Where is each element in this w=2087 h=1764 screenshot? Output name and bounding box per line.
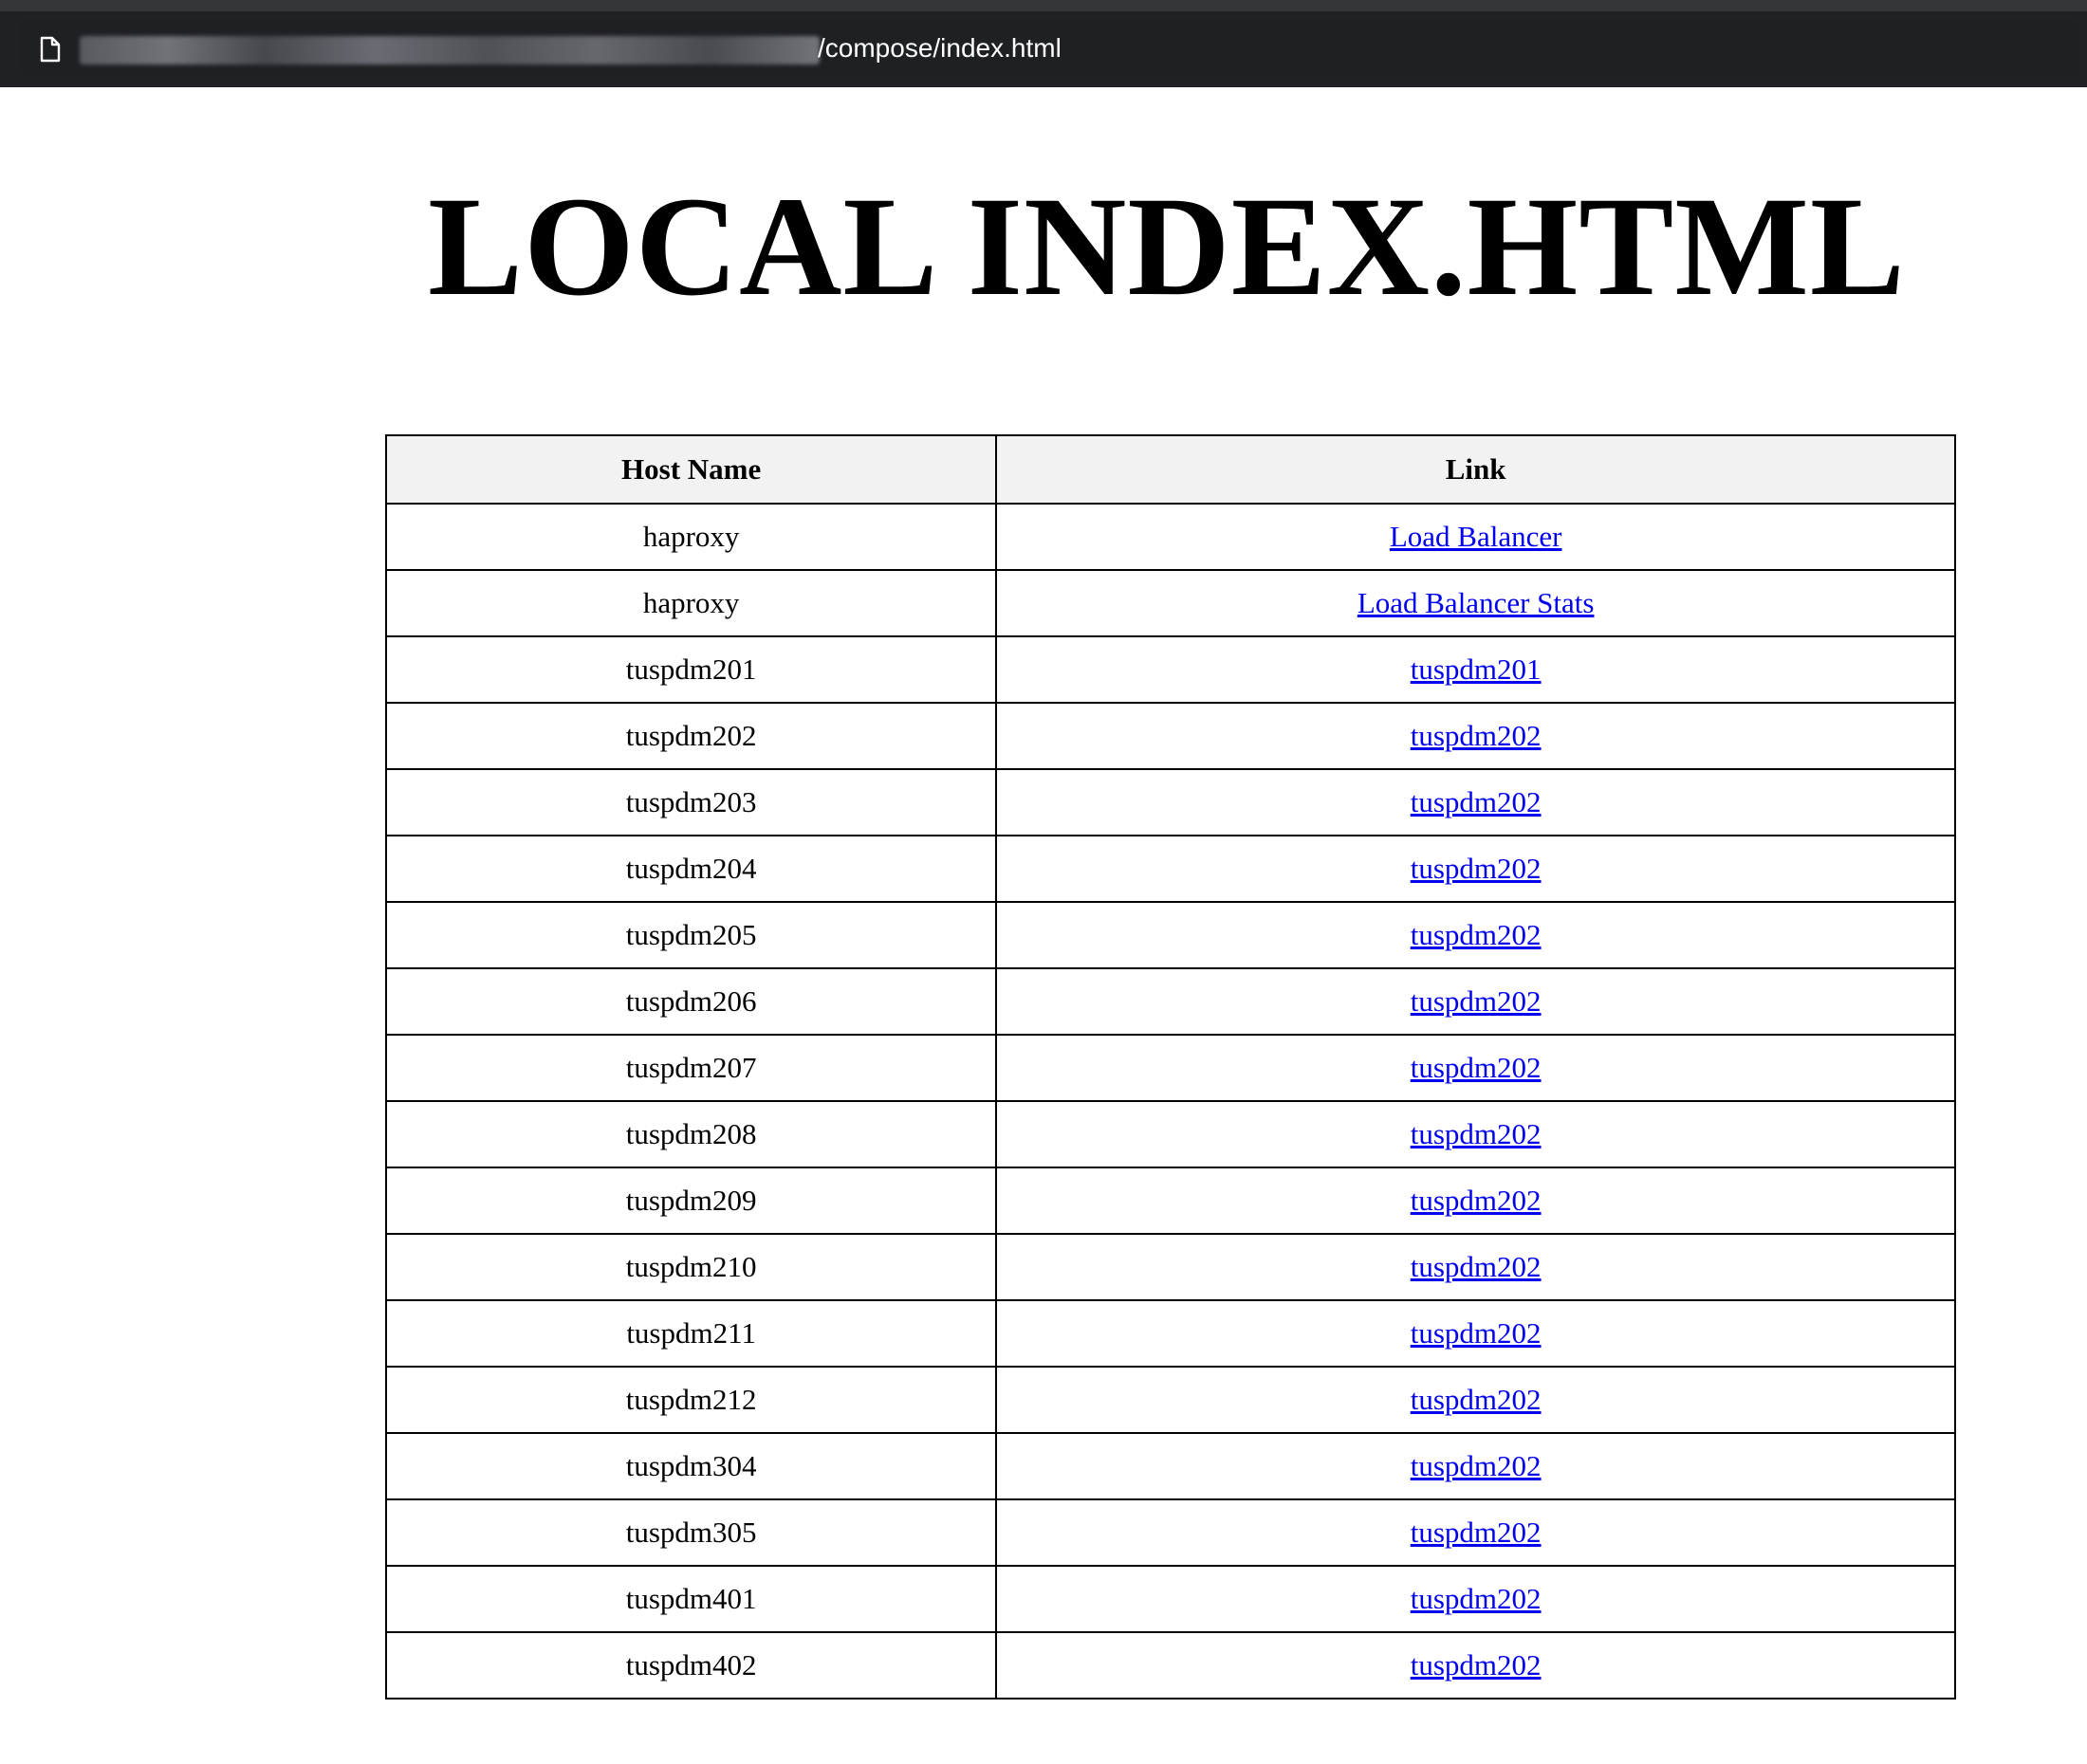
page-title: LOCAL INDEX.HTML: [428, 168, 1906, 325]
host-link[interactable]: tuspdm202: [1411, 1383, 1542, 1416]
host-link[interactable]: tuspdm201: [1411, 652, 1542, 686]
host-link[interactable]: tuspdm202: [1411, 719, 1542, 752]
url-path-text[interactable]: /compose/index.html: [818, 31, 1062, 65]
table-row: tuspdm203 tuspdm202: [384, 768, 1956, 836]
host-name-cell: tuspdm212: [384, 1366, 998, 1434]
host-link[interactable]: tuspdm202: [1411, 984, 1542, 1018]
table-row: haproxy Load Balancer: [384, 503, 1956, 571]
host-link[interactable]: Load Balancer Stats: [1357, 586, 1595, 619]
link-cell: tuspdm202: [995, 1631, 1956, 1700]
link-cell: tuspdm202: [995, 1498, 1956, 1567]
host-link[interactable]: tuspdm202: [1411, 1117, 1542, 1150]
table-row: tuspdm210 tuspdm202: [384, 1233, 1956, 1301]
host-link[interactable]: tuspdm202: [1411, 1648, 1542, 1681]
table-row: tuspdm208 tuspdm202: [384, 1100, 1956, 1168]
host-name-cell: tuspdm208: [384, 1100, 998, 1168]
host-link[interactable]: Load Balancer: [1390, 520, 1562, 553]
host-link[interactable]: tuspdm202: [1411, 918, 1542, 951]
column-header-link: Link: [995, 434, 1956, 505]
table-row: tuspdm206 tuspdm202: [384, 967, 1956, 1036]
table-row: tuspdm202 tuspdm202: [384, 702, 1956, 770]
host-link[interactable]: tuspdm202: [1411, 1051, 1542, 1084]
host-name-cell: haproxy: [384, 569, 998, 637]
table-row: tuspdm205 tuspdm202: [384, 901, 1956, 969]
host-link[interactable]: tuspdm202: [1411, 852, 1542, 885]
table-row: tuspdm401 tuspdm202: [384, 1565, 1956, 1633]
table-header: Host Name Link: [384, 434, 1956, 505]
link-cell: tuspdm202: [995, 702, 1956, 770]
browser-toolbar: /compose/index.html: [0, 0, 2087, 87]
table-row: tuspdm305 tuspdm202: [384, 1498, 1956, 1567]
host-link[interactable]: tuspdm202: [1411, 1516, 1542, 1549]
host-link[interactable]: tuspdm202: [1411, 785, 1542, 818]
table-row: tuspdm402 tuspdm202: [384, 1631, 1956, 1700]
table-row: tuspdm209 tuspdm202: [384, 1167, 1956, 1235]
table-row: tuspdm207 tuspdm202: [384, 1034, 1956, 1102]
link-cell: tuspdm202: [995, 768, 1956, 836]
table-row: tuspdm304 tuspdm202: [384, 1432, 1956, 1500]
host-name-cell: tuspdm305: [384, 1498, 998, 1567]
column-header-host-name: Host Name: [384, 434, 998, 505]
host-name-cell: tuspdm209: [384, 1167, 998, 1235]
host-name-cell: tuspdm205: [384, 901, 998, 969]
link-cell: tuspdm202: [995, 1565, 1956, 1633]
host-name-cell: tuspdm201: [384, 635, 998, 704]
link-cell: tuspdm202: [995, 967, 1956, 1036]
host-link[interactable]: tuspdm202: [1411, 1250, 1542, 1283]
link-cell: tuspdm201: [995, 635, 1956, 704]
link-cell: Load Balancer: [995, 503, 1956, 571]
host-name-cell: tuspdm204: [384, 835, 998, 903]
host-link[interactable]: tuspdm202: [1411, 1582, 1542, 1615]
link-cell: tuspdm202: [995, 1299, 1956, 1368]
host-name-cell: tuspdm207: [384, 1034, 998, 1102]
tab-strip-edge: [0, 0, 2087, 11]
link-cell: tuspdm202: [995, 1167, 1956, 1235]
link-cell: tuspdm202: [995, 1100, 1956, 1168]
link-cell: tuspdm202: [995, 1432, 1956, 1500]
redacted-host: [80, 36, 820, 64]
host-link[interactable]: tuspdm202: [1411, 1184, 1542, 1217]
host-name-cell: tuspdm402: [384, 1631, 998, 1700]
table-row: tuspdm204 tuspdm202: [384, 835, 1956, 903]
host-name-cell: tuspdm210: [384, 1233, 998, 1301]
link-cell: tuspdm202: [995, 901, 1956, 969]
host-link[interactable]: tuspdm202: [1411, 1316, 1542, 1350]
header-row: Host Name Link: [384, 434, 1956, 505]
link-cell: tuspdm202: [995, 835, 1956, 903]
host-name-cell: tuspdm304: [384, 1432, 998, 1500]
host-name-cell: haproxy: [384, 503, 998, 571]
table-body: haproxy Load Balancer haproxy Load Balancer…: [384, 503, 1956, 1700]
table-row: haproxy Load Balancer Stats: [384, 569, 1956, 637]
link-cell: tuspdm202: [995, 1034, 1956, 1102]
host-table: Host Name Link haproxy Load Balancer hapro…: [384, 434, 1956, 1700]
document-icon: [40, 36, 61, 63]
table-row: tuspdm211 tuspdm202: [384, 1299, 1956, 1368]
host-link[interactable]: tuspdm202: [1411, 1449, 1542, 1482]
link-cell: Load Balancer Stats: [995, 569, 1956, 637]
link-cell: tuspdm202: [995, 1233, 1956, 1301]
table-row: tuspdm201 tuspdm201: [384, 635, 1956, 704]
host-name-cell: tuspdm206: [384, 967, 998, 1036]
host-name-cell: tuspdm401: [384, 1565, 998, 1633]
host-name-cell: tuspdm203: [384, 768, 998, 836]
table-row: tuspdm212 tuspdm202: [384, 1366, 1956, 1434]
link-cell: tuspdm202: [995, 1366, 1956, 1434]
host-name-cell: tuspdm202: [384, 702, 998, 770]
host-name-cell: tuspdm211: [384, 1299, 998, 1368]
